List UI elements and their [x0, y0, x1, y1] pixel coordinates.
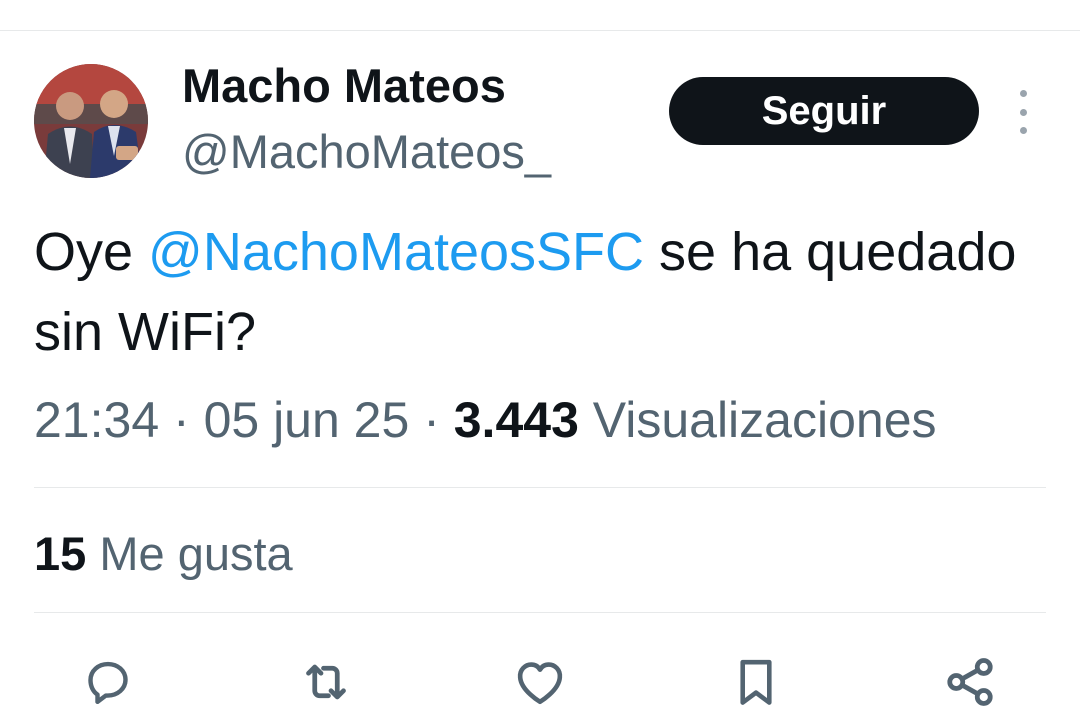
- more-vertical-icon-dot: [1019, 127, 1027, 134]
- likes-label: Me gusta: [99, 527, 293, 580]
- mention-link[interactable]: @NachoMateosSFC: [148, 222, 644, 282]
- reply-icon: [88, 661, 128, 705]
- more-vertical-icon-dot: [1019, 108, 1027, 116]
- likes-row[interactable]: 15 Me gusta: [34, 524, 293, 584]
- tweet-date[interactable]: 05 jun 25: [204, 392, 410, 448]
- bookmark-icon: [740, 659, 772, 705]
- tweet-text: Oye @NachoMateosSFC se ha quedado sin Wi…: [34, 212, 1044, 372]
- likes-count: 15: [34, 527, 87, 580]
- retweet-button[interactable]: [296, 652, 356, 712]
- tweet-text-before: Oye: [34, 222, 149, 282]
- author-handle[interactable]: @MachoMateos_: [182, 124, 551, 180]
- meta-separator: ·: [409, 392, 454, 448]
- retweet-icon: [306, 664, 346, 700]
- reply-button[interactable]: [78, 652, 138, 712]
- divider: [34, 612, 1046, 613]
- share-icon: [947, 658, 993, 706]
- more-options-button[interactable]: [1008, 90, 1038, 134]
- share-button[interactable]: [940, 652, 1000, 712]
- bookmark-button[interactable]: [726, 652, 786, 712]
- meta-separator: ·: [159, 392, 204, 448]
- divider: [34, 487, 1046, 488]
- like-icon: [517, 662, 563, 705]
- like-button[interactable]: [510, 652, 570, 712]
- avatar-image: [34, 64, 148, 178]
- views-label: Visualizaciones: [592, 392, 937, 448]
- follow-button[interactable]: Seguir: [669, 77, 979, 145]
- more-vertical-icon: [1019, 90, 1027, 97]
- top-divider: [0, 30, 1080, 31]
- avatar[interactable]: [34, 64, 148, 178]
- views-count: 3.443: [453, 392, 579, 448]
- tweet-meta: 21:34 · 05 jun 25 · 3.443 Visualizacione…: [34, 390, 937, 450]
- tweet-time[interactable]: 21:34: [34, 392, 159, 448]
- author-display-name[interactable]: Macho Mateos: [182, 58, 506, 114]
